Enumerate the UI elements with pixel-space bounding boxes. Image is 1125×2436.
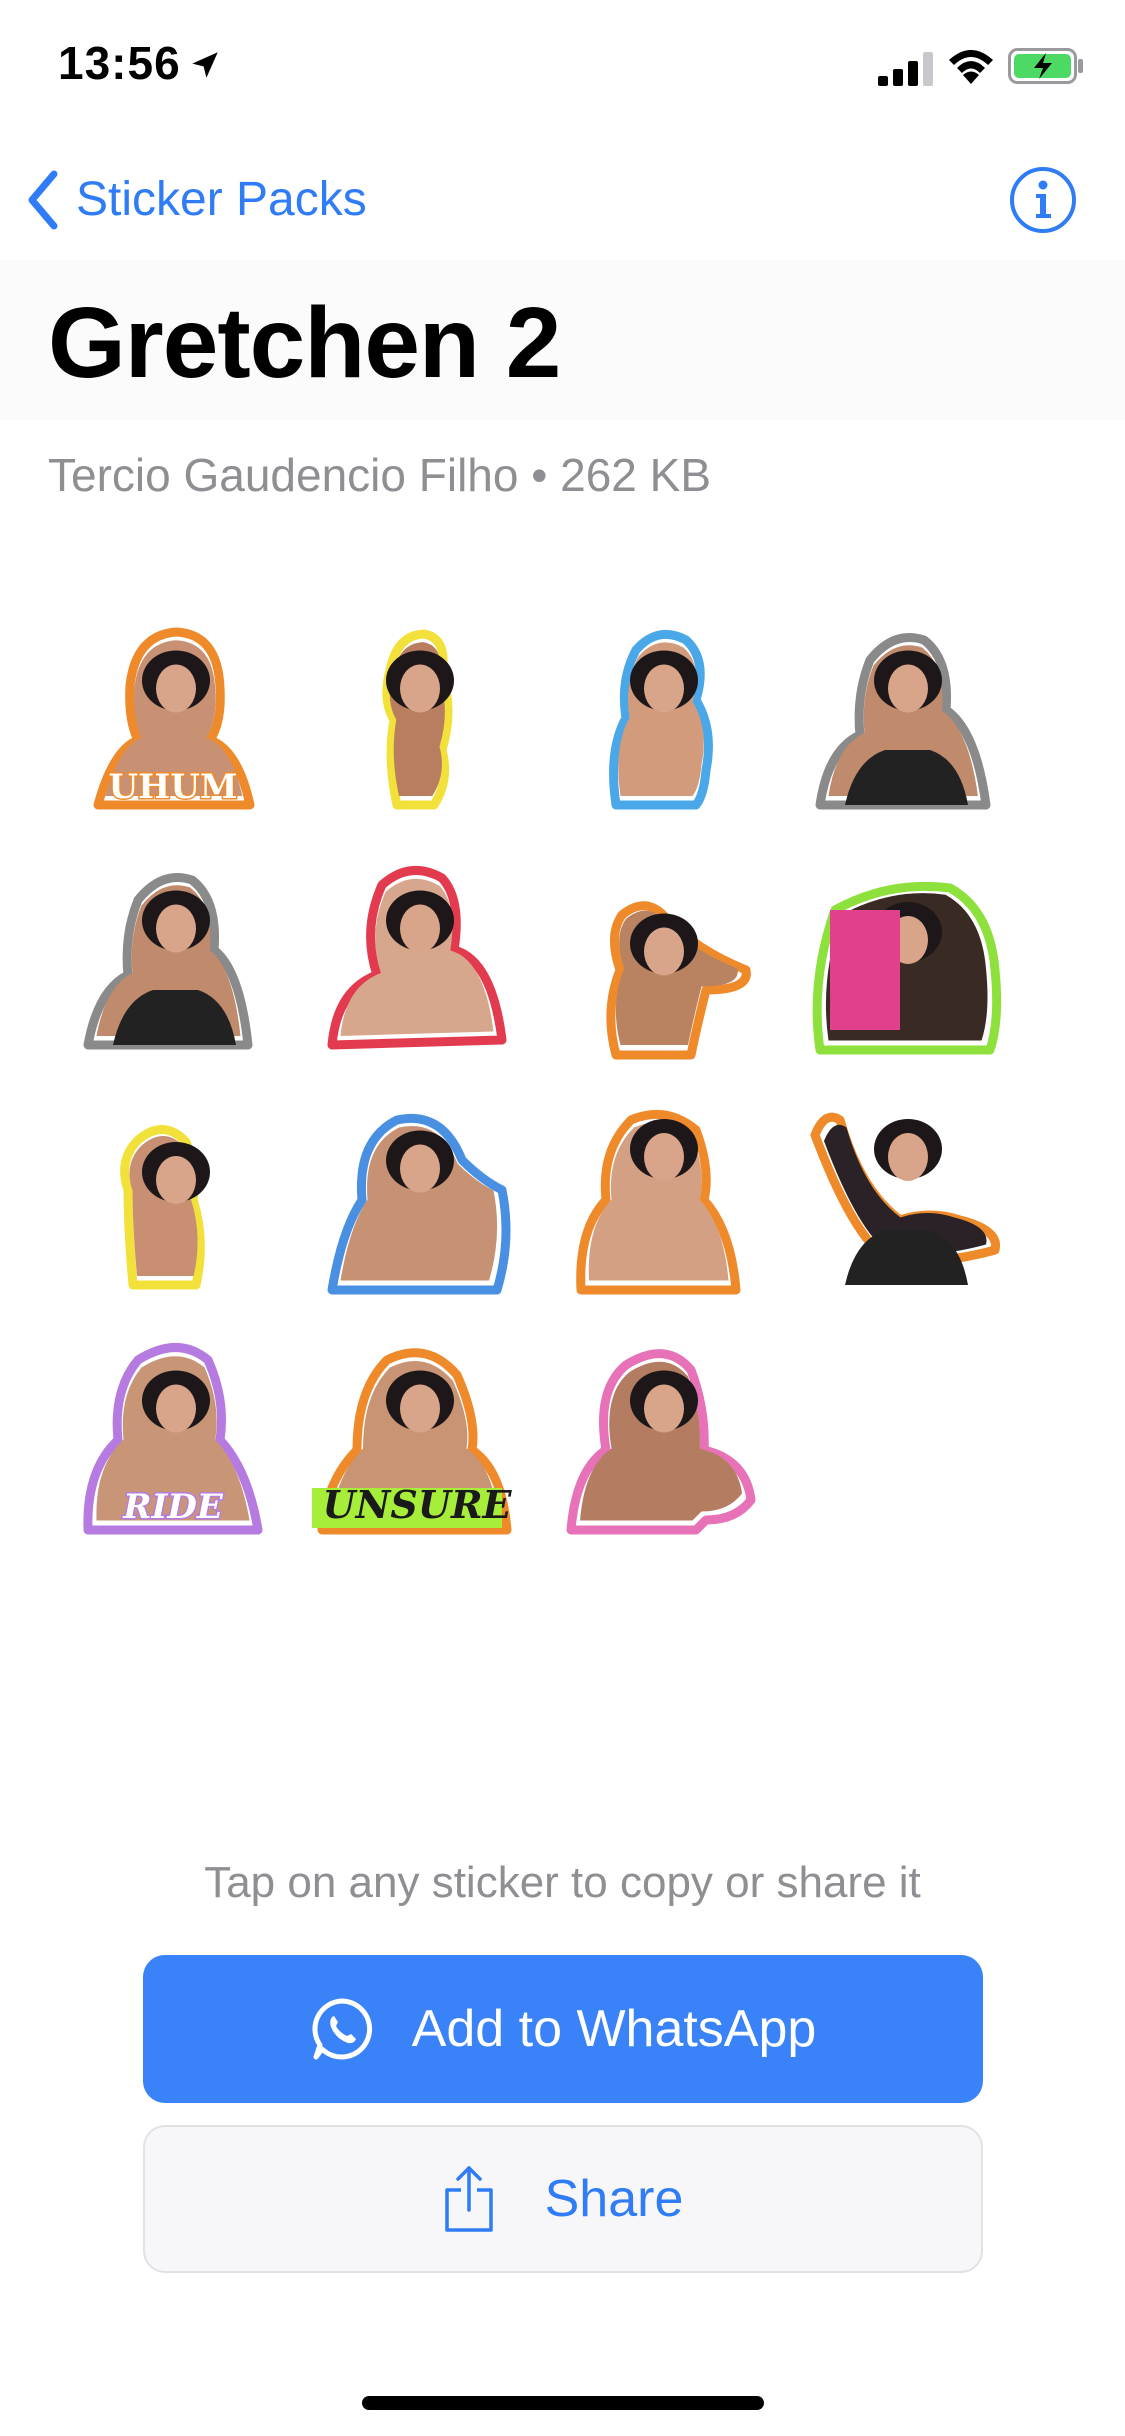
battery-charging-icon (1008, 48, 1083, 84)
sticker-4[interactable] (790, 600, 1020, 830)
sticker-caption: UHUM (108, 767, 237, 807)
sticker-image: UHUM (93, 627, 255, 810)
add-to-whatsapp-label: Add to WhatsApp (411, 2000, 817, 2058)
sticker-image (327, 1113, 511, 1295)
sticker-3[interactable] (546, 600, 776, 830)
sticker-image (566, 1349, 756, 1535)
sticker-14[interactable]: UNSURE (302, 1320, 532, 1550)
sticker-image (810, 1112, 1001, 1285)
sticker-12[interactable] (790, 1080, 1020, 1310)
sticker-image (120, 1125, 210, 1290)
sticker-1[interactable]: UHUM (58, 600, 288, 830)
sticker-image (815, 633, 991, 810)
sticker-caption: RIDE (122, 1487, 224, 1527)
sticker-image (609, 629, 713, 810)
cellular-signal-icon (878, 52, 933, 86)
sticker-image: RIDE (83, 1343, 263, 1535)
sticker-6[interactable] (302, 840, 532, 1070)
share-label: Share (544, 2170, 684, 2228)
home-indicator (362, 2396, 764, 2410)
info-icon[interactable] (1009, 166, 1077, 234)
back-button-label: Sticker Packs (76, 173, 367, 226)
status-bar: 13:56 (0, 0, 1125, 132)
navigation-bar: Sticker Packs (0, 140, 1125, 260)
page-title: Gretchen 2 (48, 287, 561, 399)
sticker-9[interactable] (58, 1080, 288, 1310)
chevron-left-icon (28, 170, 58, 230)
back-button[interactable]: Sticker Packs (24, 164, 367, 236)
sticker-image (327, 865, 507, 1050)
sticker-5[interactable] (58, 840, 288, 1070)
location-arrow-icon (192, 52, 218, 78)
sticker-2[interactable] (302, 600, 532, 830)
sticker-15[interactable] (546, 1320, 776, 1550)
wifi-icon (949, 50, 993, 84)
sticker-image: UNSURE (312, 1348, 513, 1535)
sticker-image (576, 1109, 741, 1295)
sticker-image (606, 901, 751, 1060)
pack-subtitle: Tercio Gaudencio Filho • 262 KB (48, 449, 712, 501)
title-area: Gretchen 2 (0, 260, 1125, 420)
add-to-whatsapp-button[interactable]: Add to WhatsApp (143, 1955, 983, 2103)
sticker-7[interactable] (546, 840, 776, 1070)
sticker-image (83, 873, 253, 1050)
sticker-13[interactable]: RIDE (58, 1320, 288, 1550)
hint-text: Tap on any sticker to copy or share it (204, 1858, 921, 1907)
status-time: 13:56 (58, 37, 181, 89)
sticker-image (382, 629, 454, 810)
sticker-10[interactable] (302, 1080, 532, 1310)
share-button[interactable]: Share (143, 2125, 983, 2273)
sticker-image (812, 881, 1002, 1055)
share-icon (444, 2166, 493, 2232)
whatsapp-icon (312, 1998, 372, 2060)
sticker-caption: UNSURE (323, 1482, 513, 1527)
sticker-grid: UHUM RIDE UNSURE (0, 540, 1125, 1540)
sticker-11[interactable] (546, 1080, 776, 1310)
sticker-8[interactable] (790, 840, 1020, 1070)
